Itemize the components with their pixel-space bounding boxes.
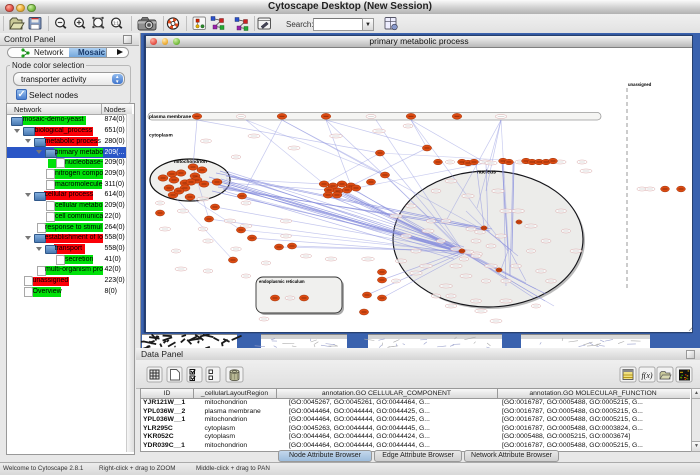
svg-text:1:1: 1:1 [113, 20, 119, 25]
svg-text:plasma membrane: plasma membrane [149, 114, 191, 120]
svg-text:f(x): f(x) [641, 371, 652, 380]
svg-text:mitochondrion: mitochondrion [174, 159, 207, 164]
svg-text:unassigned: unassigned [628, 82, 652, 87]
svg-text:endoplasmic reticulum: endoplasmic reticulum [259, 279, 305, 284]
svg-text:cytoplasm: cytoplasm [149, 133, 173, 139]
